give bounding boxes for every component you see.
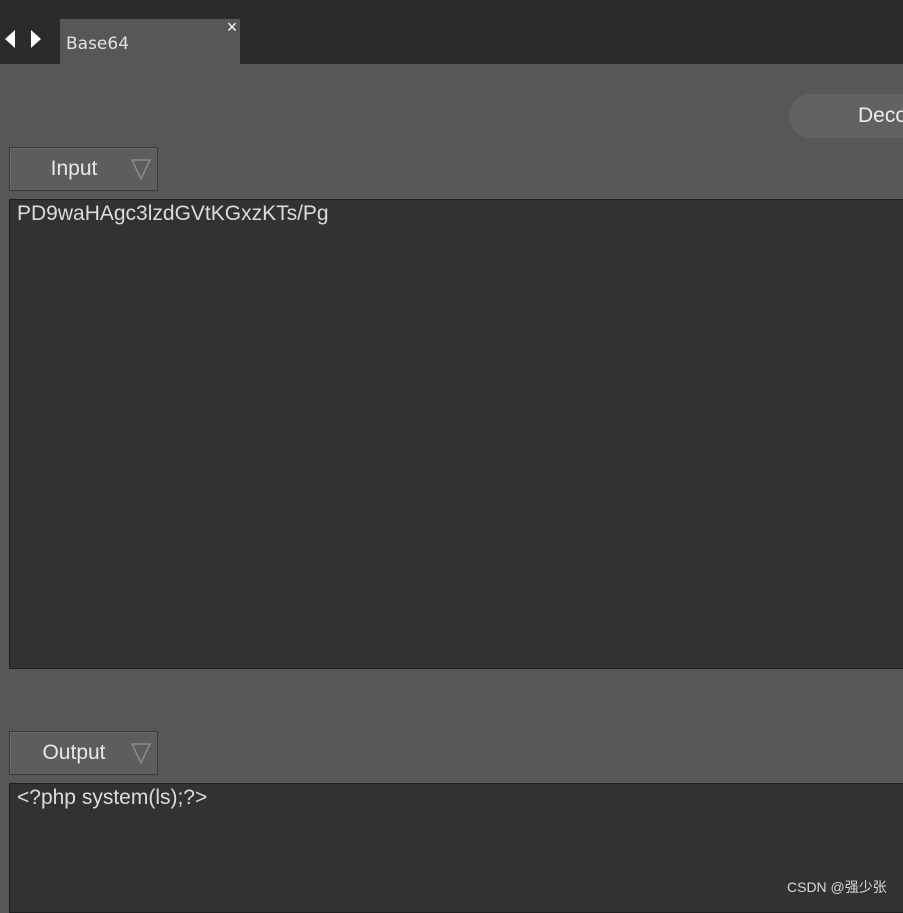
chevron-down-icon (130, 743, 152, 765)
output-textarea[interactable]: <?php system(ls);?> (9, 783, 903, 913)
title-bar: Base64 × (0, 0, 903, 64)
decode-button[interactable]: Deco (789, 94, 903, 138)
arrow-left-icon (5, 30, 15, 48)
input-format-dropdown[interactable]: Input (9, 147, 158, 191)
watermark-text: CSDN @强少张 (787, 879, 887, 895)
input-format-label: Input (50, 157, 98, 180)
tab-label: Base64 (66, 34, 130, 54)
input-textarea[interactable]: PD9waHAgc3lzdGVtKGxzKTs/Pg (9, 199, 903, 669)
tab-base64[interactable]: Base64 × (60, 18, 240, 64)
chevron-down-icon (130, 159, 152, 181)
output-format-dropdown[interactable]: Output (9, 731, 158, 775)
arrow-right-icon (31, 30, 41, 48)
close-icon[interactable]: × (225, 18, 239, 36)
nav-back-button[interactable] (3, 29, 17, 49)
decode-label: Deco (858, 104, 903, 127)
output-format-label: Output (42, 741, 106, 764)
nav-forward-button[interactable] (29, 29, 43, 49)
